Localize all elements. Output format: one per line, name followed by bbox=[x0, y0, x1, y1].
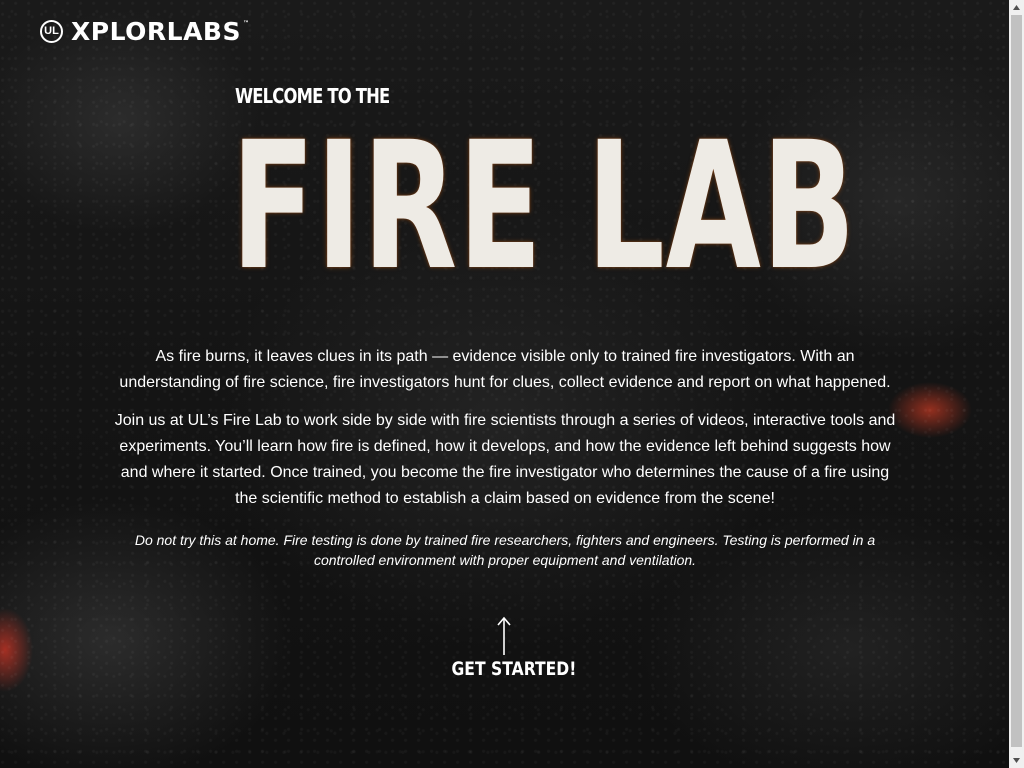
arrow-up-icon bbox=[497, 616, 511, 655]
page: UL XPLORLABS ™ WELCOME TO THE FIRE LAB As… bbox=[0, 0, 1024, 768]
scroll-down-arrow-icon[interactable] bbox=[1009, 753, 1024, 768]
trademark-symbol: ™ bbox=[242, 20, 250, 27]
get-started-label: GET STARTED! bbox=[451, 658, 577, 680]
intro-paragraph-1: As fire burns, it leaves clues in its pa… bbox=[119, 348, 891, 391]
get-started-button[interactable]: GET STARTED! bbox=[440, 616, 577, 680]
xplorlabs-logo-link[interactable]: UL XPLORLABS ™ bbox=[40, 19, 249, 44]
brand-wordmark: XPLORLABS bbox=[71, 17, 241, 46]
scrollbar-thumb[interactable] bbox=[1011, 15, 1022, 747]
brand-name: XPLORLABS ™ bbox=[71, 19, 249, 44]
safety-disclaimer: Do not try this at home. Fire testing is… bbox=[134, 532, 876, 568]
scroll-up-arrow-icon[interactable] bbox=[1009, 0, 1024, 15]
fire-lab-title: FIRE LAB bbox=[231, 104, 857, 309]
intro-paragraph-2: Join us at UL’s Fire Lab to work side by… bbox=[114, 412, 896, 507]
vertical-scrollbar[interactable] bbox=[1009, 0, 1024, 768]
intro-section: As fire burns, it leaves clues in its pa… bbox=[110, 344, 900, 570]
ul-logo-icon: UL bbox=[40, 20, 63, 43]
